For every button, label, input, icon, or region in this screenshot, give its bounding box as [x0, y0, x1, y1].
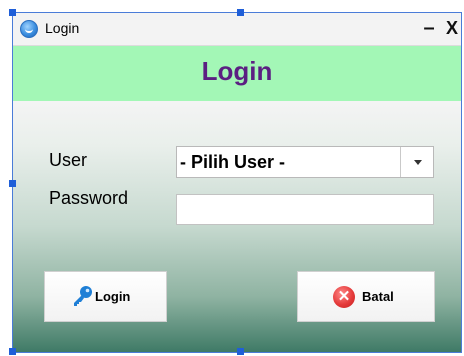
header-banner: Login: [13, 46, 461, 101]
user-select-value: - Pilih User -: [180, 152, 286, 172]
minimize-button[interactable]: –: [418, 15, 440, 41]
window-title: Login: [45, 20, 80, 36]
login-button[interactable]: Login: [44, 271, 167, 322]
app-icon: [20, 20, 38, 38]
resize-handle-bottom-left[interactable]: [9, 348, 16, 355]
key-icon: [74, 286, 92, 306]
cancel-button[interactable]: ✕ Batal: [297, 271, 435, 322]
resize-handle-bottom[interactable]: [237, 348, 244, 355]
resize-handle-left[interactable]: [9, 180, 16, 187]
login-button-label: Login: [95, 289, 131, 304]
close-button[interactable]: X: [441, 15, 461, 41]
login-window: Login – X Login User - Pilih User - Pass…: [13, 13, 461, 352]
chevron-down-icon[interactable]: [400, 147, 433, 177]
password-label: Password: [49, 188, 129, 208]
title-bar: Login – X: [13, 13, 461, 46]
form-panel: User - Pilih User - Password Login ✕ Bat…: [13, 101, 461, 352]
resize-handle-top[interactable]: [237, 9, 244, 16]
page-title: Login: [201, 56, 273, 86]
password-field[interactable]: [176, 194, 434, 225]
user-label: User: [49, 150, 88, 170]
cancel-button-label: Batal: [362, 289, 394, 304]
resize-handle-top-left[interactable]: [9, 9, 16, 16]
close-circle-icon: ✕: [333, 286, 355, 308]
user-select[interactable]: - Pilih User -: [176, 146, 434, 178]
